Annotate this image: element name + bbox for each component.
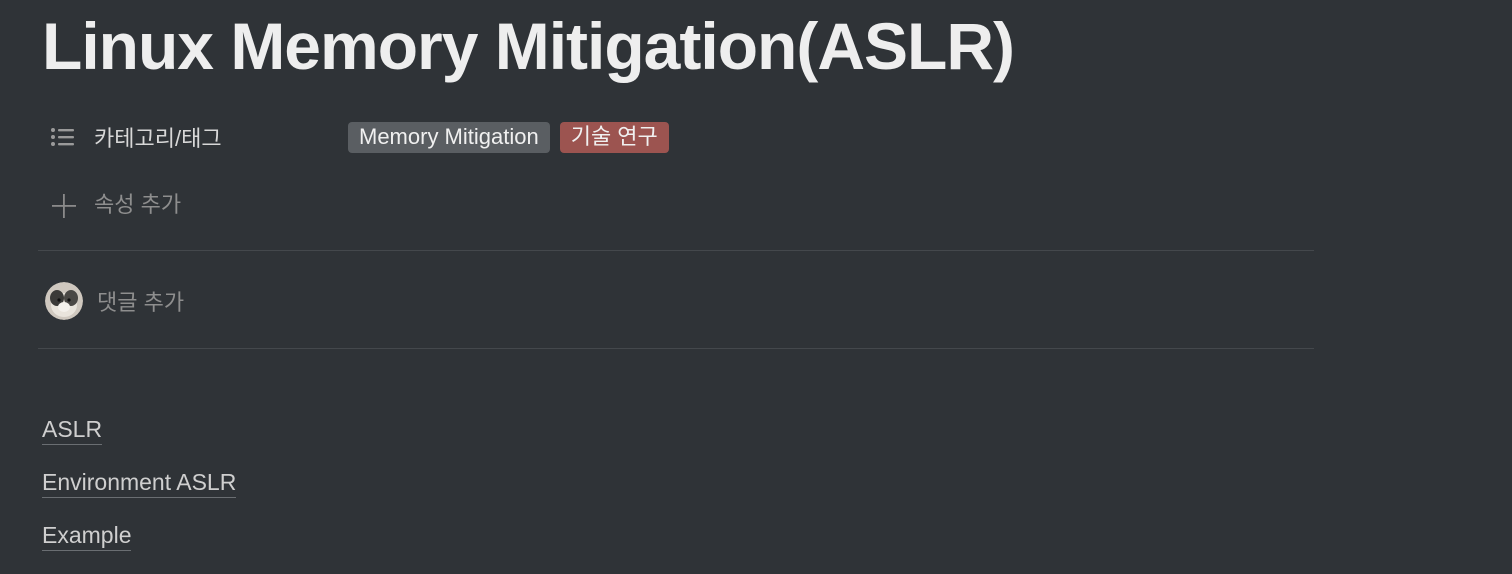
toc-item-aslr[interactable]: ASLR bbox=[42, 414, 103, 445]
add-comment-button[interactable]: 댓글 추가 bbox=[45, 282, 184, 320]
avatar-image bbox=[45, 282, 83, 320]
notion-page: Linux Memory Mitigation(ASLR) 카테고리/태그 Me… bbox=[0, 0, 1512, 574]
property-row-category: 카테고리/태그 Memory Mitigation 기술 연구 bbox=[38, 116, 1314, 158]
avatar bbox=[45, 282, 83, 320]
add-property-button[interactable]: 속성 추가 bbox=[50, 186, 181, 220]
add-comment-label: 댓글 추가 bbox=[97, 290, 185, 315]
property-label-area[interactable]: 카테고리/태그 bbox=[38, 121, 348, 153]
add-property-label: 속성 추가 bbox=[94, 192, 182, 217]
toc-item-environment-aslr[interactable]: Environment ASLR bbox=[42, 467, 237, 498]
property-label: 카테고리/태그 bbox=[94, 126, 222, 151]
tag-list[interactable]: Memory Mitigation 기술 연구 bbox=[348, 121, 669, 153]
toc-item-example[interactable]: Example bbox=[42, 520, 132, 551]
plus-icon bbox=[52, 194, 76, 218]
table-of-contents: ASLR Environment ASLR Example bbox=[42, 414, 237, 573]
list-icon bbox=[51, 128, 74, 146]
divider bbox=[38, 348, 1314, 349]
page-title[interactable]: Linux Memory Mitigation(ASLR) bbox=[42, 4, 1015, 88]
divider bbox=[38, 250, 1314, 251]
tag-tech-research[interactable]: 기술 연구 bbox=[559, 121, 669, 153]
tag-memory-mitigation[interactable]: Memory Mitigation bbox=[348, 121, 550, 153]
